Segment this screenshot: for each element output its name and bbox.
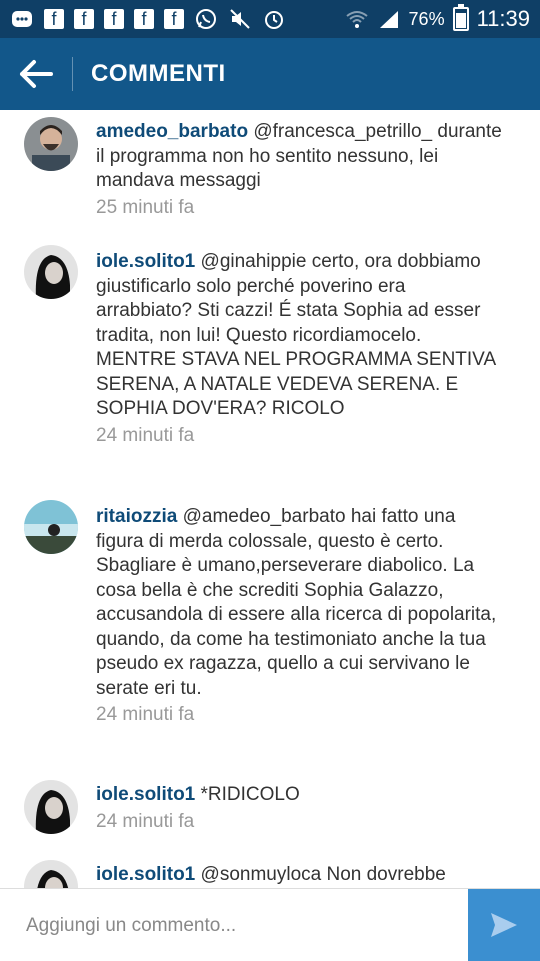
facebook-icon: f [74,9,94,29]
mute-icon [228,7,252,31]
page-title: COMMENTI [91,60,226,87]
comment-username[interactable]: iole.solito1 [96,784,195,805]
clock: 11:39 [476,6,530,31]
facebook-icon: f [104,9,124,29]
app-bar: COMMENTI [0,38,540,110]
battery-percentage: 76% [408,8,445,29]
comment-text: @sonmuyloca Non dovrebbe [200,864,446,885]
facebook-icon: f [134,9,154,29]
comments-list[interactable]: amedeo_barbato @francesca_petrillo_ dura… [0,110,540,888]
back-button[interactable] [0,38,72,110]
comment-text: @amedeo_barbato hai fatto una figura di … [96,506,497,699]
send-icon [491,913,517,937]
comment-timestamp: 25 minuti fa [96,196,195,218]
facebook-icon: f [164,9,184,29]
comment-text: *RIDICOLO [200,784,300,805]
signal-icon [377,7,401,31]
alarm-icon [262,7,286,31]
facebook-icon: f [44,9,64,29]
send-button[interactable] [468,889,540,961]
status-bar: f f f f f 76% 11:39 [0,0,540,38]
avatar[interactable] [24,500,78,554]
avatar[interactable] [24,780,78,834]
comment-composer [0,888,540,961]
chat-bubble-icon [10,7,34,31]
wifi-icon [345,7,369,31]
comment-timestamp: 24 minuti fa [96,704,195,725]
battery-icon [452,4,469,31]
comment-input[interactable] [24,911,448,941]
comment-text: @ginahippie certo, ora dobbiamo giustifi… [96,251,496,419]
avatar[interactable] [24,860,78,888]
avatar[interactable] [24,245,78,299]
toolbar-divider [72,57,73,91]
comment-timestamp: 24 minuti fa [96,810,195,832]
comment-timestamp: 24 minuti fa [96,424,195,446]
comment-username[interactable]: iole.solito1 [96,251,195,272]
comment-username[interactable]: ritaiozzia [96,506,177,527]
whatsapp-icon [194,7,218,31]
back-arrow-icon [20,60,53,88]
comment-username[interactable]: iole.solito1 [96,864,195,885]
avatar[interactable] [24,117,78,171]
comment-username[interactable]: amedeo_barbato [96,121,248,142]
